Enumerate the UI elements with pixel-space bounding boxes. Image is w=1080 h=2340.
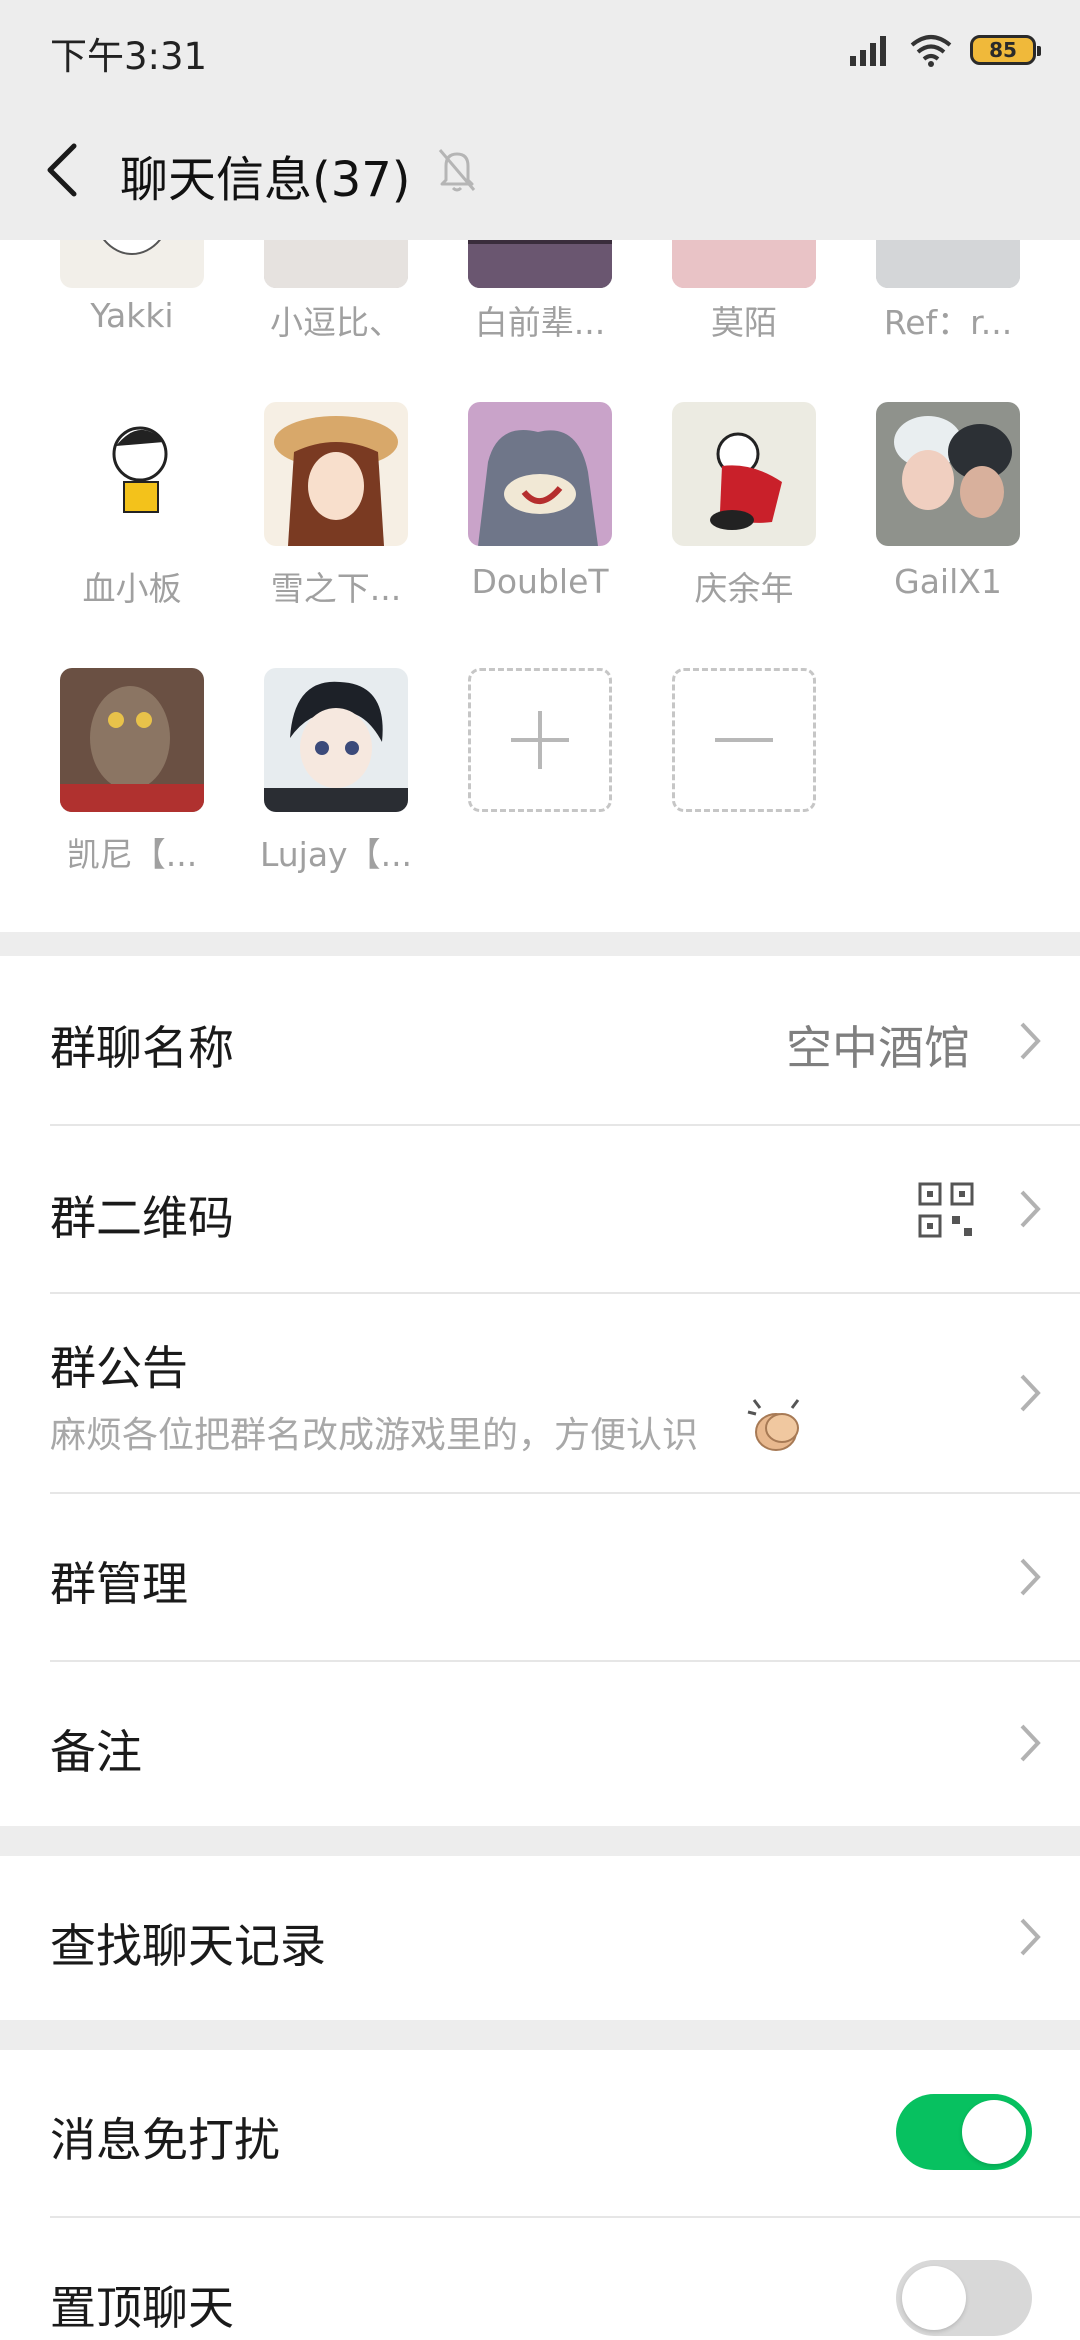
member-avatar <box>672 402 816 546</box>
member-name: Yakki <box>90 296 174 335</box>
group-name-label: 群聊名称 <box>50 1021 234 1075</box>
member-item[interactable]: 白前辈... <box>468 240 612 344</box>
chevron-right-icon <box>1020 1190 1041 1228</box>
qr-code-icon <box>918 1182 974 1238</box>
group-announcement-row[interactable]: 群公告 麻烦各位把群名改成游戏里的，方便认识 <box>0 1294 1080 1492</box>
chevron-right-icon <box>1020 1374 1041 1412</box>
muted-bell-icon <box>438 149 476 192</box>
chat-options-section: 消息免打扰 置顶聊天 <box>0 2050 1080 2340</box>
remark-label: 备注 <box>50 1725 142 1779</box>
group-manage-row[interactable]: 群管理 <box>0 1494 1080 1660</box>
member-avatar <box>264 668 408 812</box>
pin-chat-label: 置顶聊天 <box>50 2281 234 2335</box>
status-bar: 下午3:31 85 <box>0 0 1080 100</box>
remark-row[interactable]: 备注 <box>0 1662 1080 1826</box>
pin-chat-toggle[interactable] <box>896 2260 1032 2336</box>
member-item[interactable]: 凯尼【... <box>60 668 204 874</box>
back-arrow-icon[interactable] <box>36 136 96 204</box>
member-avatar <box>60 668 204 812</box>
search-history-label: 查找聊天记录 <box>50 1919 326 1973</box>
member-avatar <box>60 240 204 288</box>
minus-icon <box>715 738 773 742</box>
toggle-knob <box>902 2266 966 2330</box>
member-name: 血小板 <box>82 569 182 608</box>
search-history-section: 查找聊天记录 <box>0 1856 1080 2020</box>
mute-notifications-row: 消息免打扰 <box>0 2050 1080 2216</box>
member-name: 凯尼【... <box>66 835 198 874</box>
page-title: 聊天信息(37) <box>120 152 411 208</box>
member-avatar <box>264 240 408 288</box>
status-time: 下午3:31 <box>50 35 208 78</box>
battery-icon: 85 <box>970 35 1041 65</box>
member-name: 莫陌 <box>711 303 777 342</box>
member-item[interactable]: 庆余年 <box>672 402 816 608</box>
clapping-hands-icon <box>747 1399 800 1451</box>
member-avatar <box>264 402 408 546</box>
group-manage-label: 群管理 <box>50 1557 188 1611</box>
chevron-right-icon <box>1020 1918 1041 1956</box>
mute-notifications-toggle[interactable] <box>896 2094 1032 2170</box>
mute-notifications-label: 消息免打扰 <box>50 2113 280 2167</box>
member-name: 雪之下... <box>270 569 402 608</box>
member-item[interactable]: Lujay【... <box>260 668 412 874</box>
member-name: 庆余年 <box>694 569 794 608</box>
member-name: Ref：r... <box>883 303 1013 342</box>
chevron-right-icon <box>1020 1724 1041 1762</box>
group-announcement-text: 麻烦各位把群名改成游戏里的，方便认识 <box>50 1415 699 1456</box>
pin-chat-row: 置顶聊天 <box>0 2218 1080 2340</box>
battery-level: 85 <box>989 38 1017 62</box>
member-item[interactable]: 血小板 <box>60 402 204 608</box>
header-bar: 聊天信息(37) <box>0 100 1080 240</box>
chevron-right-icon <box>1020 1022 1041 1060</box>
member-name: GailX1 <box>894 562 1002 601</box>
member-item[interactable]: 雪之下... <box>264 402 408 608</box>
search-history-row[interactable]: 查找聊天记录 <box>0 1856 1080 2020</box>
group-announcement-label: 群公告 <box>50 1341 188 1395</box>
member-name: Lujay【... <box>259 835 413 874</box>
member-avatar <box>672 240 816 288</box>
member-item[interactable]: GailX1 <box>876 402 1020 602</box>
member-item[interactable]: 莫陌 <box>672 240 816 344</box>
member-name: 白前辈... <box>474 303 606 342</box>
member-item[interactable]: DoubleT <box>468 402 612 602</box>
group-settings-section: 群聊名称 空中酒馆 群二维码 群公告 麻烦各位把群名改成游戏里的，方便认识 群管… <box>0 956 1080 1826</box>
status-icons: 85 <box>848 28 1041 72</box>
toggle-knob <box>962 2100 1026 2164</box>
group-name-row[interactable]: 群聊名称 空中酒馆 <box>0 956 1080 1124</box>
member-name: DoubleT <box>471 562 609 601</box>
member-item[interactable]: 小逗比、 <box>264 240 408 344</box>
wifi-icon <box>910 35 952 67</box>
remove-member-button[interactable] <box>672 668 816 812</box>
member-avatar <box>876 402 1020 546</box>
member-avatar <box>60 402 204 546</box>
group-name-value: 空中酒馆 <box>786 1021 970 1075</box>
chevron-right-icon <box>1020 1558 1041 1596</box>
member-avatar <box>468 402 612 546</box>
group-qr-code-row[interactable]: 群二维码 <box>0 1126 1080 1292</box>
member-item[interactable]: Yakki <box>60 240 204 344</box>
member-avatar <box>468 240 612 288</box>
group-qr-code-label: 群二维码 <box>50 1191 234 1245</box>
member-grid: Yakki 小逗比、 白前辈... 莫陌 Ref：r... 血小板 雪之下...… <box>0 240 1080 932</box>
plus-icon <box>511 711 569 769</box>
signal-icon <box>850 36 886 66</box>
member-name: 小逗比、 <box>270 303 402 342</box>
add-member-button[interactable] <box>468 668 612 812</box>
member-item[interactable]: Ref：r... <box>876 240 1020 344</box>
member-avatar <box>876 240 1020 288</box>
